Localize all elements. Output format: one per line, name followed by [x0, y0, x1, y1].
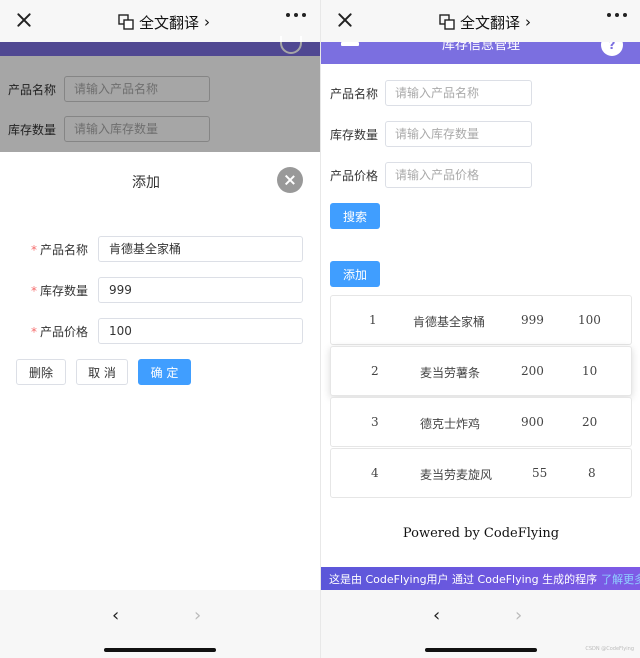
home-indicator	[104, 648, 216, 652]
cancel-button[interactable]: 取 消	[76, 359, 128, 385]
translate-label: 全文翻译	[139, 13, 200, 32]
product-name-field[interactable]: 肯德基全家桶	[98, 236, 303, 262]
top-bar: 全文翻译 ›	[0, 0, 320, 42]
banner-text: 这是由 CodeFlying用户 通过 CodeFlying 生成的程序	[329, 572, 598, 586]
form-row: 产品价格 请输入产品价格	[330, 162, 532, 188]
close-icon[interactable]	[335, 10, 355, 30]
add-button[interactable]: 添加	[330, 261, 380, 287]
form-row: * 库存数量 999	[0, 277, 320, 303]
field-label: 产品名称	[330, 86, 379, 101]
price-input[interactable]: 请输入产品价格	[385, 162, 532, 188]
field-label: 库存数量	[330, 127, 379, 142]
close-icon[interactable]	[14, 10, 34, 30]
list-item[interactable]: 2 麦当劳薯条 200 10	[330, 346, 632, 396]
list-item[interactable]: 1 肯德基全家桶 999 100	[330, 295, 632, 345]
confirm-button[interactable]: 确 定	[138, 359, 191, 385]
home-indicator	[425, 648, 537, 652]
translate-button[interactable]: 全文翻译 ›	[439, 12, 531, 32]
field-label: * 产品价格	[30, 324, 88, 339]
learn-more-link[interactable]: 了解更多	[601, 571, 640, 587]
back-arrow-icon[interactable]: ‹	[112, 605, 119, 626]
item-qty: 200	[521, 364, 544, 378]
form-row: * 产品名称 肯德基全家桶	[0, 236, 320, 262]
item-id: 2	[371, 364, 379, 378]
promo-banner: 这是由 CodeFlying用户 通过 CodeFlying 生成的程序 了解更…	[321, 567, 640, 590]
translate-icon	[118, 14, 134, 30]
item-id: 3	[371, 415, 379, 429]
price-field[interactable]: 100	[98, 318, 303, 344]
stock-qty-field[interactable]: 999	[98, 277, 303, 303]
more-icon[interactable]	[607, 13, 627, 17]
product-name-input[interactable]: 请输入产品名称	[385, 80, 532, 106]
chevron-right-icon: ›	[525, 13, 532, 31]
item-name: 德克士炸鸡	[420, 417, 481, 431]
item-price: 10	[582, 364, 598, 378]
required-mark: *	[30, 242, 37, 257]
stock-qty-input[interactable]: 请输入库存数量	[385, 121, 532, 147]
item-price: 20	[582, 415, 598, 429]
forward-arrow-icon[interactable]: ›	[194, 605, 201, 626]
help-icon[interactable]: ?	[601, 42, 623, 56]
item-name: 麦当劳薯条	[420, 366, 481, 380]
right-screen: 全文翻译 › 库存信息管理 ? 产品名称 请输入产品名称 库存数量 请输入库存数…	[320, 0, 640, 658]
translate-icon	[439, 14, 455, 30]
form-row: * 产品价格 100	[0, 318, 320, 344]
translate-label: 全文翻译	[460, 13, 521, 32]
more-icon[interactable]	[286, 13, 306, 17]
item-name: 肯德基全家桶	[413, 315, 486, 329]
item-id: 1	[369, 313, 377, 327]
search-button[interactable]: 搜索	[330, 203, 380, 229]
field-label: 产品价格	[330, 168, 379, 183]
page-title: 库存信息管理	[441, 42, 520, 53]
required-mark: *	[30, 324, 37, 339]
form-row: 库存数量 请输入库存数量	[330, 121, 532, 147]
item-qty: 999	[521, 313, 544, 327]
modal-mask[interactable]	[0, 42, 320, 152]
dialog-title: 添加	[132, 175, 160, 191]
back-arrow-icon[interactable]: ‹	[433, 605, 440, 626]
item-qty: 900	[521, 415, 544, 429]
powered-by-text: Powered by CodeFlying	[402, 526, 560, 541]
item-price: 100	[578, 313, 601, 327]
watermark: CSDN @CodeFlying	[585, 646, 634, 652]
list-item[interactable]: 3 德克士炸鸡 900 20	[330, 397, 632, 447]
field-label: * 库存数量	[30, 283, 88, 298]
close-circle-icon[interactable]	[277, 167, 303, 193]
top-bar: 全文翻译 ›	[321, 0, 640, 42]
forward-arrow-icon[interactable]: ›	[515, 605, 522, 626]
list-item[interactable]: 4 麦当劳麦旋风 55 8	[330, 448, 632, 498]
left-screen: 全文翻译 › 产品名称 请输入产品名称 库存数量 请输入库存数量 添加 * 产品名…	[0, 0, 320, 658]
item-name: 麦当劳麦旋风	[420, 468, 493, 482]
field-label: * 产品名称	[30, 242, 88, 257]
translate-button[interactable]: 全文翻译 ›	[118, 12, 210, 32]
add-dialog: 添加 * 产品名称 肯德基全家桶 * 库存数量 999 * 产品价格 100 删除 取…	[0, 152, 320, 590]
item-qty: 55	[532, 466, 548, 480]
item-price: 8	[588, 466, 596, 480]
required-mark: *	[30, 283, 37, 298]
delete-button[interactable]: 删除	[16, 359, 66, 385]
chevron-right-icon: ›	[204, 13, 211, 31]
bottom-nav: ‹ ›	[0, 590, 320, 658]
item-id: 4	[371, 466, 379, 480]
form-row: 产品名称 请输入产品名称	[330, 80, 532, 106]
page-header: 库存信息管理 ?	[321, 42, 640, 64]
